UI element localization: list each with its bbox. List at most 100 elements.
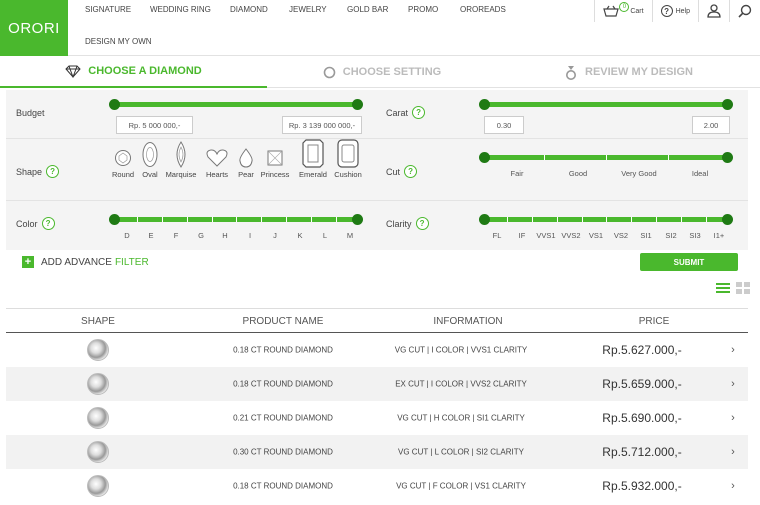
nav-item-design-my-own[interactable]: DESIGN MY OWN [85,37,152,46]
cut-min-handle[interactable] [479,152,490,163]
shape-help-icon[interactable]: ? [46,165,60,178]
step-label: CHOOSE A DIAMOND [88,65,202,77]
cushion-shape-icon [337,139,359,168]
emerald-shape-icon [302,139,324,168]
product-name: 0.18 CT ROUND DIAMOND [233,379,333,389]
diamond-results-table: SHAPE PRODUCT NAME INFORMATION PRICE 0.1… [6,308,748,503]
carat-min-input[interactable]: 0.30 [484,116,524,134]
color-label-group: Color ? [16,217,55,230]
budget-label: Budget [16,108,45,118]
nav-item-wedding-ring[interactable]: WEDDING RING [150,5,211,14]
clarity-help-icon[interactable]: ? [415,217,429,230]
shape-option-marquise[interactable]: Marquise [161,141,201,179]
cut-help-icon[interactable]: ? [404,165,418,178]
step-choose-setting[interactable]: CHOOSE SETTING [267,56,497,88]
color-max-handle[interactable] [352,214,363,225]
table-row[interactable]: 0.18 CT ROUND DIAMOND EX CUT | I COLOR | … [6,367,748,401]
clarity-label: Clarity [386,218,412,229]
shape-option-cushion[interactable]: Cushion [328,139,368,179]
step-review-design[interactable]: REVIEW MY DESIGN [497,56,760,88]
view-toggle [710,282,750,296]
nav-item-jewelry[interactable]: JEWELRY [289,5,327,14]
ring-icon [323,66,336,78]
table-row[interactable]: 0.21 CT ROUND DIAMOND VG CUT | H COLOR | … [6,401,748,435]
user-icon [707,4,721,18]
search-button[interactable] [729,0,760,22]
carat-max-handle[interactable] [722,99,733,110]
cut-slider[interactable] [479,152,733,163]
color-help-icon[interactable]: ? [41,217,55,230]
step-choose-diamond[interactable]: CHOOSE A DIAMOND [0,56,267,88]
table-row[interactable]: 0.30 CT ROUND DIAMOND VG CUT | L COLOR | … [6,435,748,469]
advance-filter-prefix: ADD ADVANCE [41,256,112,268]
cut-max-handle[interactable] [722,152,733,163]
product-information: VG CUT | F COLOR | VS1 CLARITY [396,481,526,491]
filter-row-budget-carat: Budget Rp. 5 000 000,- Rp. 3 139 000 000… [6,90,748,139]
cart-count-badge: 0 [619,2,630,12]
nav-item-ororeads[interactable]: OROREADS [460,5,506,14]
submit-button[interactable]: SUBMIT [640,253,738,271]
product-name: 0.18 CT ROUND DIAMOND [233,345,333,355]
product-name: 0.18 CT ROUND DIAMOND [233,481,333,491]
clarity-label-group: Clarity ? [386,217,429,230]
grid-view-icon[interactable] [736,282,750,296]
cut-label: Cut [386,166,401,177]
carat-min-handle[interactable] [479,99,490,110]
chevron-right-icon[interactable]: › [731,344,735,356]
table-row[interactable]: 0.18 CT ROUND DIAMOND VG CUT | F COLOR | … [6,469,748,503]
shape-option-princess[interactable]: Princess [255,148,295,179]
nav-item-diamond[interactable]: DIAMOND [230,5,268,14]
orori-logo[interactable]: ORORI [0,0,68,56]
col-shape: SHAPE [81,316,115,327]
help-button[interactable]: ? Help [651,0,698,22]
chevron-right-icon[interactable]: › [731,412,735,424]
carat-slider[interactable] [479,99,733,110]
add-advance-filter-button[interactable]: + ADD ADVANCE FILTER [22,256,149,268]
chevron-right-icon[interactable]: › [731,480,735,492]
filter-panel: Budget Rp. 5 000 000,- Rp. 3 139 000 000… [6,90,748,250]
budget-max-handle[interactable] [352,99,363,110]
account-button[interactable] [698,0,729,22]
budget-min-input[interactable]: Rp. 5 000 000,- [116,116,193,134]
cut-label-group: Cut ? [386,165,418,178]
color-min-handle[interactable] [109,214,120,225]
budget-max-input[interactable]: Rp. 3 139 000 000,- [282,116,362,134]
clarity-max-handle[interactable] [722,214,733,225]
product-information: VG CUT | L COLOR | SI2 CLARITY [398,447,524,457]
product-price: Rp.5.690.000,- [602,411,682,425]
step-label: REVIEW MY DESIGN [585,66,693,78]
budget-slider[interactable] [109,99,363,110]
color-label: Color [16,218,38,229]
product-price: Rp.5.659.000,- [602,377,682,391]
product-price: Rp.5.932.000,- [602,479,682,493]
carat-max-input[interactable]: 2.00 [692,116,730,134]
nav-item-promo[interactable]: PROMO [408,5,438,14]
chevron-right-icon[interactable]: › [731,446,735,458]
clarity-min-handle[interactable] [479,214,490,225]
cart-button[interactable]: 0 Cart [594,0,651,22]
budget-min-handle[interactable] [109,99,120,110]
carat-help-icon[interactable]: ? [412,106,426,119]
product-name: 0.21 CT ROUND DIAMOND [233,413,333,423]
princess-shape-icon [267,150,283,166]
site-header: ORORI SIGNATURE WEDDING RING DIAMOND JEW… [0,0,760,56]
table-row[interactable]: 0.18 CT ROUND DIAMOND VG CUT | I COLOR | … [6,333,748,367]
basket-icon [603,5,620,17]
carat-label: Carat [386,107,409,118]
heart-shape-icon [206,149,228,167]
nav-item-gold-bar[interactable]: GOLD BAR [347,5,388,14]
carat-label-group: Carat ? [386,106,426,119]
filter-row-color-clarity: Color ? D E F G H I J K L M Clarity ? FL… [6,201,748,250]
list-view-icon[interactable] [716,282,730,296]
diamond-icon [65,65,81,78]
chevron-right-icon[interactable]: › [731,378,735,390]
clarity-slider[interactable] [479,214,733,225]
nav-item-signature[interactable]: SIGNATURE [85,5,131,14]
help-icon: ? [660,5,673,17]
shape-option-emerald[interactable]: Emerald [293,139,333,179]
filter-row-shape-cut: Shape ? Round Oval Marquise Hearts Pear … [6,139,748,201]
diamond-thumbnail [87,339,109,361]
design-steps: CHOOSE A DIAMOND CHOOSE SETTING REVIEW M… [0,56,760,88]
product-information: VG CUT | I COLOR | VVS1 CLARITY [394,345,528,355]
color-slider[interactable] [109,214,363,225]
